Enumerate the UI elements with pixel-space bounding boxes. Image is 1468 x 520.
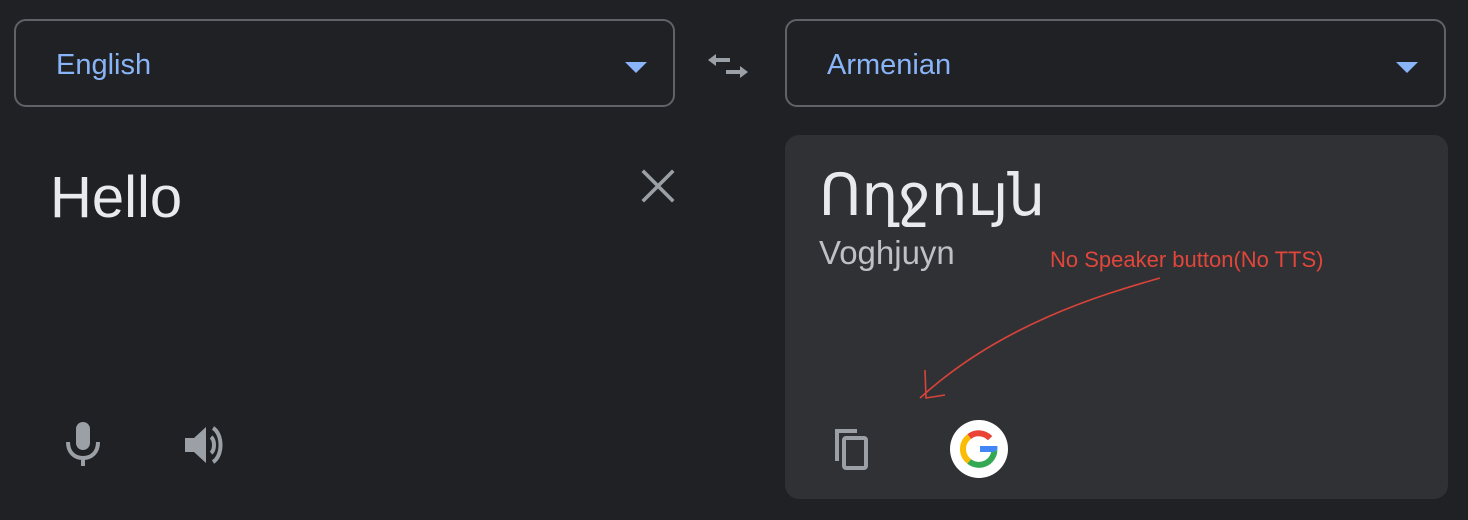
listen-source-button[interactable]	[180, 422, 230, 468]
close-icon	[641, 169, 675, 203]
source-language-label: English	[56, 49, 152, 81]
dropdown-triangle-icon	[625, 62, 647, 73]
dropdown-triangle-icon	[1396, 62, 1418, 73]
speaker-icon	[185, 426, 223, 464]
source-text-panel[interactable]: Hello	[0, 135, 700, 500]
copy-icon	[835, 429, 868, 470]
microphone-icon	[66, 422, 100, 466]
target-language-label: Armenian	[827, 49, 952, 81]
copy-translation-button[interactable]	[827, 423, 875, 475]
google-search-button[interactable]	[950, 420, 1008, 478]
transliteration-text: Voghjuyn	[819, 234, 955, 271]
clear-text-button[interactable]	[637, 165, 679, 207]
swap-arrows-icon	[708, 54, 748, 78]
google-logo-icon	[960, 430, 998, 468]
annotation-note: No Speaker button(No TTS)	[1050, 247, 1324, 272]
source-language-select[interactable]: English	[14, 19, 675, 107]
voice-input-button[interactable]	[60, 420, 106, 470]
translation-panel: Ողջույն Voghjuyn	[785, 135, 1448, 499]
swap-languages-button[interactable]	[704, 46, 752, 86]
translate-widget: English Armenian Hello Ողջույն Voghjuyn …	[0, 0, 1468, 520]
target-language-select[interactable]: Armenian	[785, 19, 1446, 107]
translation-text: Ողջույն	[819, 163, 1046, 228]
source-text-input[interactable]: Hello	[50, 165, 182, 231]
